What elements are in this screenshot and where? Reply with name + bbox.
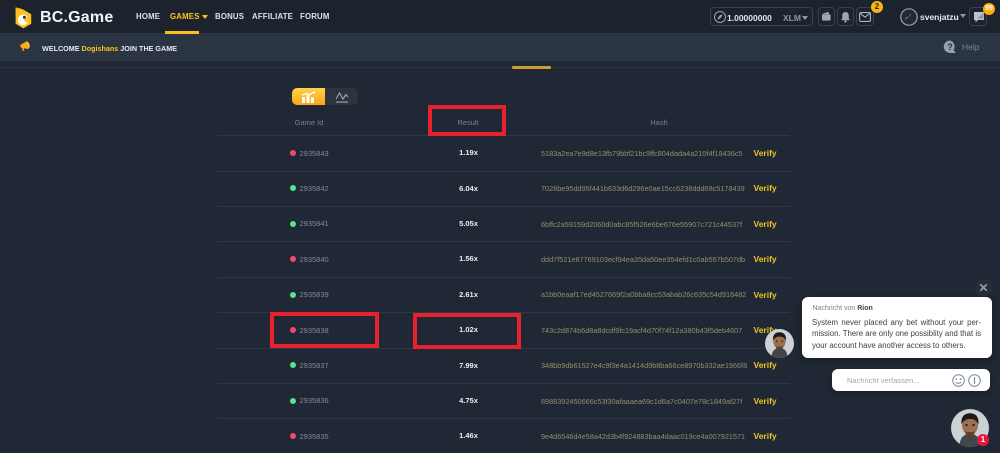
svg-text:?: ? [947,42,953,52]
